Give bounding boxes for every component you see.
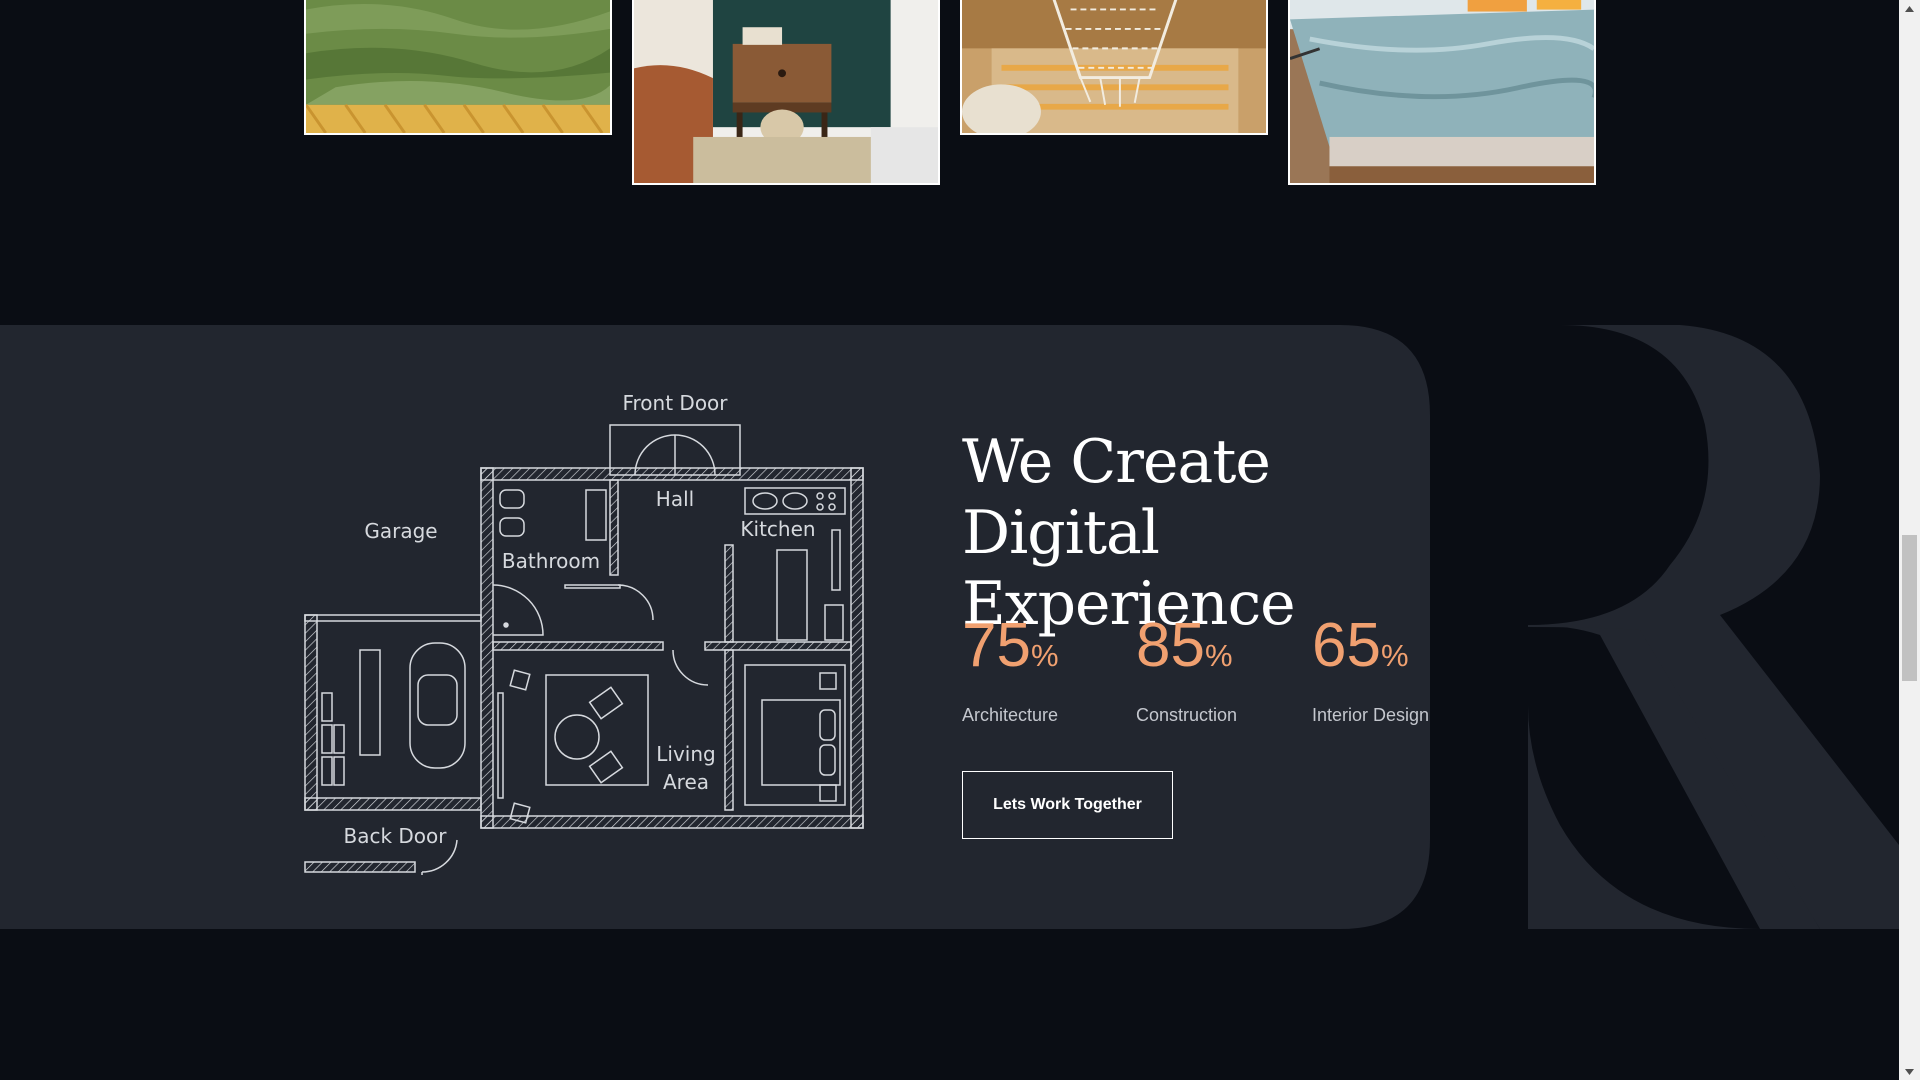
plan-label-kitchen: Kitchen bbox=[740, 517, 815, 541]
plan-label-hall: Hall bbox=[656, 487, 694, 511]
lets-work-together-button[interactable]: Lets Work Together bbox=[962, 771, 1173, 839]
stat-value: 75% bbox=[962, 611, 1059, 680]
stat-construction: 85% Construction bbox=[1136, 615, 1237, 726]
floor-plan-drawing: Front Door Hall Kitchen Garage Bathroom … bbox=[304, 391, 864, 875]
stat-value: 65% bbox=[1312, 611, 1409, 680]
plan-label-bathroom: Bathroom bbox=[502, 549, 600, 573]
plan-label-back-door: Back Door bbox=[343, 824, 447, 848]
scrollbar-thumb[interactable] bbox=[1902, 535, 1917, 681]
stat-interior-design: 65% Interior Design bbox=[1312, 615, 1429, 726]
stat-label: Construction bbox=[1136, 705, 1238, 725]
gallery-image-hammock[interactable] bbox=[960, 0, 1268, 135]
gallery-image-bed[interactable] bbox=[1288, 0, 1596, 185]
stat-label: Architecture bbox=[962, 705, 1059, 725]
gallery-image-rug[interactable] bbox=[304, 0, 612, 135]
scroll-up-arrow-icon[interactable] bbox=[1899, 0, 1920, 17]
headline-line-1: We Create Digital bbox=[962, 427, 1271, 568]
scroll-down-arrow-icon[interactable] bbox=[1899, 1063, 1920, 1080]
plan-label-living: Living bbox=[656, 742, 715, 766]
stat-label: Interior Design bbox=[1312, 705, 1430, 725]
page: Front Door Hall Kitchen Garage Bathroom … bbox=[0, 0, 1899, 1080]
plan-label-area: Area bbox=[663, 770, 709, 794]
gallery-image-nightstand[interactable] bbox=[632, 0, 940, 185]
section-headline: We Create Digital Experience bbox=[962, 427, 1442, 640]
experience-section: Front Door Hall Kitchen Garage Bathroom … bbox=[0, 325, 1899, 929]
vertical-scrollbar[interactable] bbox=[1899, 0, 1920, 1080]
decorative-watermark bbox=[1300, 325, 1899, 929]
stat-architecture: 75% Architecture bbox=[962, 615, 1059, 726]
stat-value: 85% bbox=[1136, 611, 1233, 680]
plan-label-garage: Garage bbox=[364, 519, 437, 543]
plan-label-front-door: Front Door bbox=[622, 391, 728, 415]
